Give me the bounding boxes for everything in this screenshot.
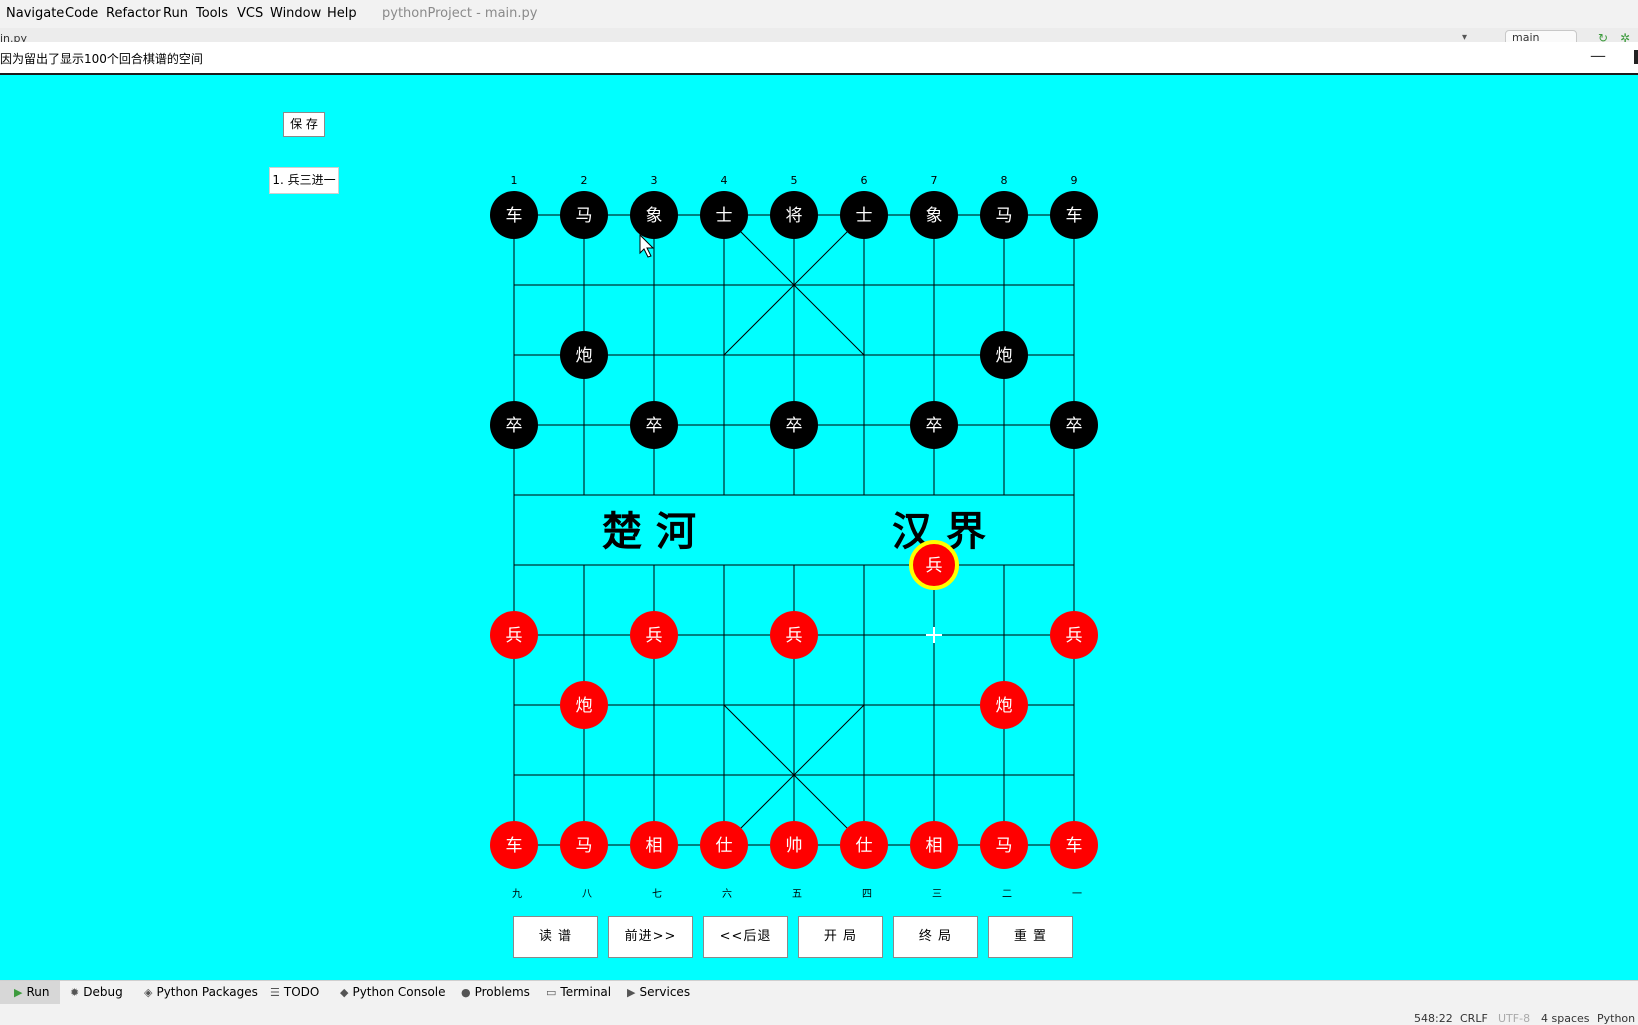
piece-label: 卒 [646, 416, 663, 436]
menu-refactor[interactable]: Refactor [106, 6, 161, 21]
file-number-top: 8 [1001, 174, 1008, 187]
layers-icon: ◈ [144, 986, 153, 999]
piece-label: 卒 [786, 416, 803, 436]
info-icon: ● [461, 986, 471, 999]
file-number-top: 5 [791, 174, 798, 187]
piece-label: 炮 [576, 346, 593, 366]
ide-statusbar: 548:22 CRLF UTF-8 4 spaces Python [0, 1004, 1638, 1025]
piece-label: 卒 [1066, 416, 1083, 436]
piece-label: 象 [646, 206, 663, 226]
python-icon: ◆ [340, 986, 349, 999]
close-button-edge[interactable] [1634, 50, 1638, 64]
piece-label: 兵 [646, 626, 663, 646]
piece-label: 马 [576, 836, 593, 856]
xiangqi-board[interactable]: 楚 河汉 界1 2 3 4 5 6 7 8 9九八七六五四三二一车马象士将士象马车炮 炮卒卒卒卒卒… [0, 75, 1638, 980]
piece-label: 兵 [786, 626, 803, 646]
services-icon: ▶ [627, 986, 636, 999]
piece-label: 兵 [926, 556, 943, 576]
toolwindow-problems[interactable]: ● Problems [461, 985, 530, 999]
piece-label: 将 [786, 206, 803, 226]
terminal-icon: ▭ [546, 986, 557, 999]
piece-label: 相 [646, 836, 663, 856]
menu-navigate[interactable]: Navigate [6, 6, 64, 21]
python-interpreter[interactable]: Python [1597, 1012, 1635, 1025]
toolwindow-run[interactable]: ▶ Run [0, 981, 60, 1004]
menu-help[interactable]: Help [327, 6, 357, 21]
piece-label: 士 [716, 206, 733, 226]
bug-icon: ✹ [70, 986, 80, 999]
file-number-bottom: 二 [1002, 889, 1012, 900]
run-icon: ▶ [14, 986, 23, 999]
file-number-bottom: 六 [722, 888, 732, 900]
file-number-top: 9 [1071, 174, 1078, 187]
piece-label: 马 [996, 206, 1013, 226]
file-number-top: 1 [511, 174, 518, 187]
piece-label: 车 [1066, 836, 1083, 856]
menu-run[interactable]: Run [163, 6, 188, 21]
toolwindow-python-packages[interactable]: ◈ Python Packages [144, 985, 258, 999]
app-titlebar: 因为留出了显示100个回合棋谱的空间 — [0, 42, 1638, 75]
file-number-top: 3 [651, 174, 658, 187]
piece-label: 相 [926, 836, 943, 856]
file-number-bottom: 四 [862, 889, 872, 900]
piece-label: 仕 [856, 836, 873, 856]
window-title: 因为留出了显示100个回合棋谱的空间 [0, 52, 203, 66]
chess-canvas[interactable]: 保 存 1. 兵三进一 楚 河汉 界123456789九八七六五四三二一车马象士… [0, 75, 1638, 980]
piece-label: 炮 [576, 696, 593, 716]
ide-menubar: Navigate Code Refactor Run Tools VCS Win… [0, 0, 1638, 28]
file-number-top: 6 [861, 174, 868, 187]
file-number-bottom: 九 [512, 888, 522, 900]
file-number-bottom: 一 [1072, 889, 1082, 900]
piece-label: 车 [1066, 206, 1083, 226]
file-number-bottom: 八 [582, 889, 592, 900]
file-number-bottom: 三 [932, 889, 942, 900]
piece-label: 马 [576, 206, 593, 226]
file-number-top: 4 [721, 174, 728, 187]
forward-button[interactable]: 前进>> [608, 916, 693, 958]
ide-toolwindow-bar: ▶ Run ✹ Debug ◈ Python Packages ☰ TODO ◆ Pyth… [0, 980, 1638, 1004]
project-title: pythonProject - main.py [382, 6, 538, 21]
piece-label: 帅 [786, 836, 803, 856]
toolwindow-terminal[interactable]: ▭ Terminal [546, 985, 611, 999]
file-number-top: 2 [581, 174, 588, 187]
river-text-chu-he: 楚 河 [602, 509, 696, 555]
piece-label: 象 [926, 206, 943, 226]
file-encoding[interactable]: UTF-8 [1498, 1012, 1530, 1025]
piece-label: 炮 [996, 346, 1013, 366]
piece-label: 卒 [926, 416, 943, 436]
line-separator[interactable]: CRLF [1460, 1012, 1488, 1025]
file-number-top: 7 [931, 174, 938, 187]
piece-label: 马 [996, 836, 1013, 856]
menu-code[interactable]: Code [65, 6, 98, 21]
toolwindow-todo[interactable]: ☰ TODO [270, 985, 319, 999]
read-record-button[interactable]: 读 谱 [513, 916, 598, 958]
piece-label: 仕 [716, 836, 733, 856]
opening-button[interactable]: 开 局 [798, 916, 883, 958]
piece-label: 卒 [506, 416, 523, 436]
list-icon: ☰ [270, 986, 280, 999]
back-button[interactable]: <<后退 [703, 916, 788, 958]
menu-tools[interactable]: Tools [196, 6, 228, 21]
piece-label: 士 [856, 206, 873, 226]
file-number-bottom: 七 [652, 888, 662, 900]
piece-label: 炮 [996, 696, 1013, 716]
indent-setting[interactable]: 4 spaces [1541, 1012, 1590, 1025]
cursor-position[interactable]: 548:22 [1414, 1012, 1453, 1025]
file-number-bottom: 五 [792, 889, 802, 900]
piece-label: 车 [506, 206, 523, 226]
piece-label: 兵 [1066, 626, 1083, 646]
toolwindow-python-console[interactable]: ◆ Python Console [340, 985, 446, 999]
ending-button[interactable]: 终 局 [893, 916, 978, 958]
piece-label: 兵 [506, 626, 523, 646]
menu-window[interactable]: Window [270, 6, 321, 21]
toolwindow-debug[interactable]: ✹ Debug [70, 985, 123, 999]
menu-vcs[interactable]: VCS [237, 6, 263, 21]
toolwindow-services[interactable]: ▶ Services [627, 985, 690, 999]
ide-subbar: in.py ▾ main ↻ ✲ [0, 28, 1638, 43]
reset-button[interactable]: 重 置 [988, 916, 1073, 958]
piece-label: 车 [506, 836, 523, 856]
minimize-button[interactable]: — [1590, 46, 1606, 65]
